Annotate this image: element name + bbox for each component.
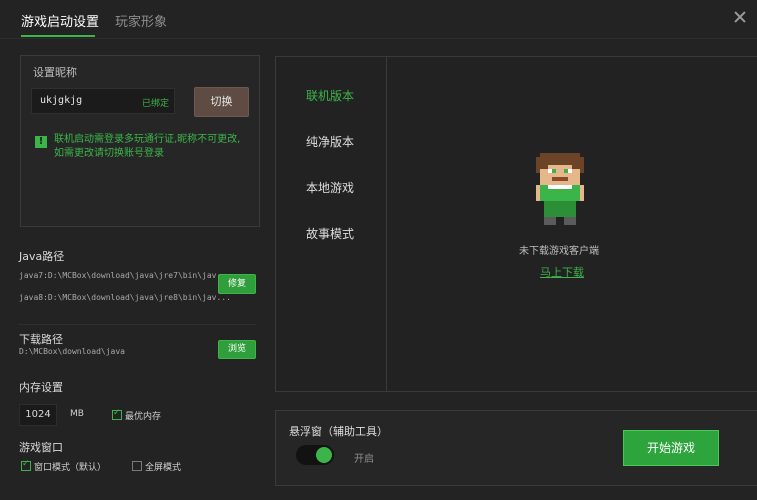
tab-divider xyxy=(0,38,757,39)
tab-launch-settings[interactable]: 游戏启动设置 xyxy=(21,11,99,30)
tab-player-avatar[interactable]: 玩家形象 xyxy=(115,11,167,30)
floating-window-title: 悬浮窗（辅助工具） xyxy=(289,425,388,438)
warning-icon: ! xyxy=(35,136,47,148)
repair-button[interactable]: 修复 xyxy=(218,274,256,294)
download-path-title: 下载路径 xyxy=(19,333,63,346)
close-icon[interactable] xyxy=(733,10,747,24)
windowed-checkbox[interactable] xyxy=(21,459,31,471)
nickname-input[interactable]: ukjgkjg 已绑定 xyxy=(31,88,175,114)
optimal-memory-checkbox[interactable] xyxy=(112,408,122,420)
not-downloaded-text: 未下载游戏客户端 xyxy=(519,246,599,257)
nickname-title: 设置昵称 xyxy=(33,66,77,79)
toggle-label: 开启 xyxy=(354,454,374,465)
nickname-warning: 联机启动需登录多玩通行证,昵称不可更改, 如需更改请切换账号登录 xyxy=(54,133,254,161)
floating-window-toggle[interactable] xyxy=(296,445,334,465)
character-avatar-icon xyxy=(536,153,584,225)
toggle-knob xyxy=(316,447,332,463)
memory-title: 内存设置 xyxy=(19,381,63,394)
launch-panel: 悬浮窗（辅助工具） 开启 开始游戏 xyxy=(275,410,757,486)
java7-path: java7:D:\MCBox\download\java\jre7\bin\ja… xyxy=(19,271,231,280)
fullscreen-label: 全屏模式 xyxy=(145,463,182,473)
version-story[interactable]: 故事模式 xyxy=(306,225,354,242)
optimal-memory-label: 最优内存 xyxy=(125,412,162,422)
download-path: D:\MCBox\download\java xyxy=(19,347,125,356)
browse-button[interactable]: 浏览 xyxy=(218,340,256,359)
memory-unit: MB xyxy=(70,409,84,419)
warning-line-2: 如需更改请切换账号登录 xyxy=(54,148,164,159)
java-path-title: Java路径 xyxy=(19,250,65,263)
windowed-label: 窗口模式（默认） xyxy=(34,463,107,473)
download-now-link[interactable]: 马上下载 xyxy=(540,264,584,280)
version-panel: 联机版本 纯净版本 本地游戏 故事模式 xyxy=(275,56,757,392)
game-window-title: 游戏窗口 xyxy=(19,441,63,454)
version-list: 联机版本 纯净版本 本地游戏 故事模式 xyxy=(276,57,387,391)
nickname-value: ukjgkjg xyxy=(40,95,83,106)
start-game-button[interactable]: 开始游戏 xyxy=(623,430,719,466)
version-local[interactable]: 本地游戏 xyxy=(306,179,354,196)
active-tab-indicator xyxy=(21,35,95,37)
warning-line-1: 联机启动需登录多玩通行证,昵称不可更改, xyxy=(54,134,241,145)
switch-account-button[interactable]: 切换 xyxy=(194,87,249,117)
version-vanilla[interactable]: 纯净版本 xyxy=(306,133,354,150)
memory-input[interactable]: 1024 xyxy=(19,404,57,426)
java8-path: java8:D:\MCBox\download\java\jre8\bin\ja… xyxy=(19,293,231,302)
nickname-panel: 设置昵称 ukjgkjg 已绑定 切换 ! 联机启动需登录多玩通行证,昵称不可更… xyxy=(20,55,260,227)
bound-status: 已绑定 xyxy=(141,99,169,109)
fullscreen-checkbox[interactable] xyxy=(132,461,142,471)
divider xyxy=(18,324,256,325)
version-online[interactable]: 联机版本 xyxy=(306,87,354,104)
